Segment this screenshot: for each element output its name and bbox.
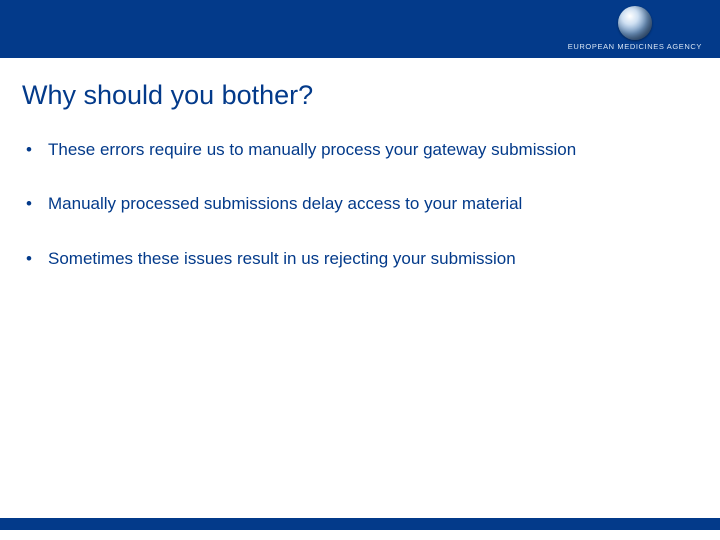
slide-title: Why should you bother?	[0, 58, 720, 111]
slide-content: These errors require us to manually proc…	[0, 111, 720, 272]
list-item: Sometimes these issues result in us reje…	[24, 246, 696, 272]
brand-text: EUROPEAN MEDICINES AGENCY	[568, 42, 702, 51]
footer-bar	[0, 518, 720, 530]
bullet-list: These errors require us to manually proc…	[24, 137, 696, 272]
list-item: Manually processed submissions delay acc…	[24, 191, 696, 217]
slide: EUROPEAN MEDICINES AGENCY Why should you…	[0, 0, 720, 540]
brand-logo: EUROPEAN MEDICINES AGENCY	[568, 6, 702, 51]
header-bar: EUROPEAN MEDICINES AGENCY	[0, 0, 720, 58]
list-item: These errors require us to manually proc…	[24, 137, 696, 163]
globe-icon	[618, 6, 652, 40]
